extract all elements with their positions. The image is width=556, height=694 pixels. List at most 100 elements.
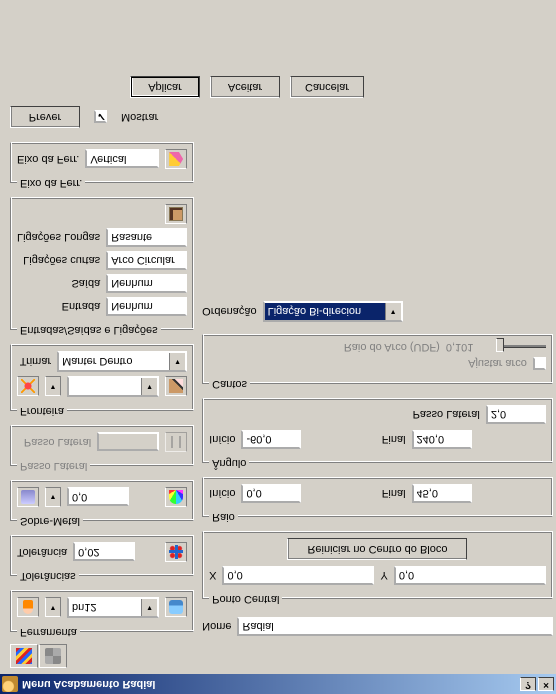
fronteira-dd1[interactable] xyxy=(45,377,61,397)
eixoferr-value: Vertical xyxy=(85,150,159,169)
passolateral-label: Passo Lateral xyxy=(24,436,91,448)
pontocentral-group: Ponto Central X Y Reiniciar no Centro do… xyxy=(202,531,553,605)
tag-icon xyxy=(169,152,183,166)
aplicar-button[interactable]: Aplicar xyxy=(130,76,200,98)
saida-value: Nenhum xyxy=(106,274,187,293)
prever-button[interactable]: Prever xyxy=(10,106,80,128)
passolateral-group: Passo Lateral Passo Lateral xyxy=(10,425,194,472)
cantos-group: Cantos Ajustar arco Raio do Arco (UDF) 0… xyxy=(202,334,553,390)
links-door[interactable] xyxy=(165,204,187,224)
ferramenta-group: Ferramenta bn12 xyxy=(10,590,194,638)
pc-y-input[interactable] xyxy=(394,566,546,585)
ferramenta-legend: Ferramenta xyxy=(17,626,80,638)
tab-main[interactable] xyxy=(10,644,38,668)
raio-inicio-input[interactable] xyxy=(241,484,301,503)
thickness-icon xyxy=(21,490,35,504)
ang-final-input[interactable] xyxy=(412,430,472,449)
chevron-down-icon xyxy=(169,353,185,370)
raioarco-slider[interactable] xyxy=(496,346,546,349)
reiniciar-button[interactable]: Reiniciar no Centro do Bloco xyxy=(287,538,467,560)
eixoferr-tag[interactable] xyxy=(165,149,187,169)
stepover-icon xyxy=(171,436,181,448)
angulo-group: Ângulo Início Final Passo Lateral xyxy=(202,398,553,469)
tolerancias-legend: Tolerâncias xyxy=(17,570,79,582)
stripes-icon xyxy=(16,648,32,664)
help-button[interactable]: ? xyxy=(520,677,536,691)
nome-input[interactable] xyxy=(237,617,552,636)
cantos-legend: Cantos xyxy=(209,378,250,390)
pencil-icon xyxy=(169,380,183,394)
ferramenta-icon-button[interactable] xyxy=(17,598,39,618)
eixoferr-legend: Eixo da Ferr. xyxy=(17,177,85,189)
bottle-icon xyxy=(169,601,183,615)
ang-inicio-label: Início xyxy=(209,434,235,446)
tolerancias-group: Tolerâncias Tolerância xyxy=(10,535,194,582)
fronteira-pencil[interactable] xyxy=(165,377,187,397)
close-button[interactable]: × xyxy=(538,677,554,691)
sobremetal-input[interactable] xyxy=(67,488,129,507)
raio-legend: Raio xyxy=(209,511,238,523)
title-bar: Menu Acabamento Radial ? × xyxy=(0,674,556,694)
tolerancia-extra[interactable] xyxy=(165,542,187,562)
ordenacao-dropdown[interactable]: Ligação Bi-direcion xyxy=(263,301,403,322)
pc-x-input[interactable] xyxy=(222,566,374,585)
raio-final-label: Final xyxy=(382,488,406,500)
ang-passo-input[interactable] xyxy=(486,405,546,424)
longas-label: Ligações Longas xyxy=(17,232,100,244)
raio-inicio-label: Início xyxy=(209,488,235,500)
raio-final-input[interactable] xyxy=(412,484,472,503)
ajustar-checkbox[interactable] xyxy=(533,357,546,370)
raioarco-label: Raio do Arco (UDF) xyxy=(344,341,440,353)
sobremetal-iconbtn[interactable] xyxy=(17,487,39,507)
fronteira-select[interactable] xyxy=(67,376,159,397)
ferramenta-value: bn12 xyxy=(69,599,141,616)
chevron-down-icon xyxy=(141,599,157,616)
ang-passo-label: Passo Lateral xyxy=(413,409,480,421)
nome-label: Nome xyxy=(202,621,231,633)
chevron-down-icon xyxy=(141,378,157,395)
tool-icon xyxy=(23,601,33,615)
eixoferr-group: Eixo da Ferr. Eixo da Ferr. Vertical xyxy=(10,142,194,189)
cube-icon xyxy=(45,648,61,664)
links-group: Entradas/Saídas e Ligações Entrada Nenhu… xyxy=(10,197,194,336)
links-legend: Entradas/Saídas e Ligações xyxy=(17,324,161,336)
tolerancia-label: Tolerância xyxy=(17,546,67,558)
ordenacao-value: Ligação Bi-direcion xyxy=(265,303,385,320)
tolerancia-input[interactable] xyxy=(73,543,135,562)
tab-secondary[interactable] xyxy=(39,644,67,668)
sobremetal-dd[interactable] xyxy=(45,487,61,507)
mostrar-checkbox[interactable]: ✓ xyxy=(94,111,107,124)
pc-y-label: Y xyxy=(380,570,387,582)
tolerance-icon xyxy=(169,545,183,559)
ajustar-label: Ajustar arco xyxy=(468,358,527,370)
passolateral-input xyxy=(97,433,159,452)
sobremetal-rainbow[interactable] xyxy=(165,487,187,507)
passolateral-icon xyxy=(165,432,187,452)
fronteira-selval xyxy=(69,378,141,395)
ang-final-label: Final xyxy=(382,434,406,446)
trimar-value: Manter Dentro xyxy=(59,353,169,370)
fronteira-spark[interactable] xyxy=(17,377,39,397)
entrada-value: Nenhum xyxy=(106,297,187,316)
ferramenta-dropdown[interactable]: bn12 xyxy=(67,597,159,618)
mostrar-label: Mostrar xyxy=(121,111,158,123)
sobremetal-group: Sobre-Metal xyxy=(10,480,194,527)
ferramenta-pick[interactable] xyxy=(165,598,187,618)
rainbow-icon xyxy=(169,490,183,504)
raioarco-value: 0,101 xyxy=(446,341,490,353)
curtas-value: Arco Circular xyxy=(106,251,187,270)
cancelar-button[interactable]: Cancelar xyxy=(290,76,364,98)
pontocentral-legend: Ponto Central xyxy=(209,593,282,605)
angulo-legend: Ângulo xyxy=(209,457,249,469)
saida-label: Saída xyxy=(17,278,100,290)
fronteira-legend: Fronteira xyxy=(17,405,67,417)
pc-x-label: X xyxy=(209,570,216,582)
curtas-label: Ligações curtas xyxy=(17,255,100,267)
ang-inicio-input[interactable] xyxy=(241,430,301,449)
aceitar-button[interactable]: Aceitar xyxy=(210,76,280,98)
longas-value: Rasante xyxy=(106,228,187,247)
ferramenta-dd1[interactable] xyxy=(45,598,61,618)
raio-group: Raio Início Final xyxy=(202,477,553,523)
trimar-dropdown[interactable]: Manter Dentro xyxy=(57,351,187,372)
spark-icon xyxy=(21,380,35,394)
